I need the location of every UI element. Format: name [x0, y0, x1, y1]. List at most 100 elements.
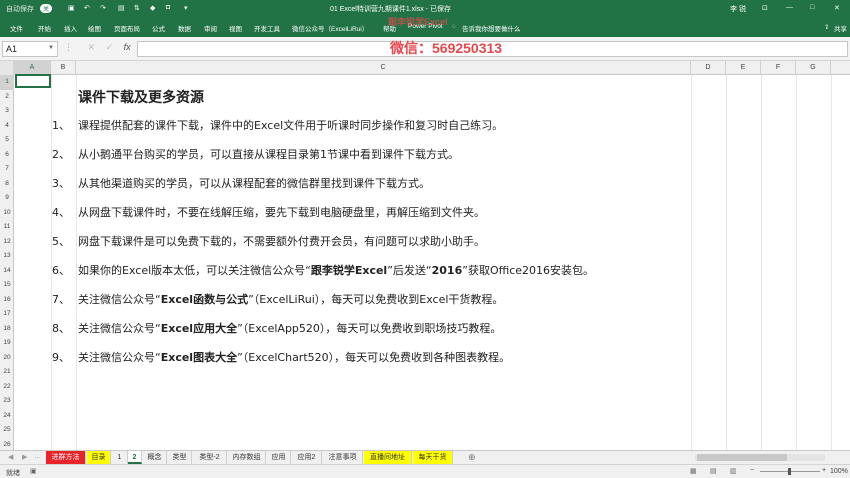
sheet-tab-concepts[interactable]: 概念: [143, 451, 167, 464]
zoom-level[interactable]: 100%: [830, 468, 848, 475]
row-header[interactable]: 17: [0, 307, 14, 322]
sheet-tab-application[interactable]: 应用: [267, 451, 291, 464]
column-header-g[interactable]: G: [796, 61, 831, 75]
active-cell-a1[interactable]: [15, 74, 51, 88]
sheet-tab-memory-arrays[interactable]: 内存数组: [228, 451, 266, 464]
minimize-button[interactable]: —: [786, 4, 793, 11]
row-header[interactable]: 6: [0, 148, 14, 163]
enter-icon[interactable]: ✓: [106, 42, 114, 52]
sort-icon[interactable]: ⇅: [134, 4, 140, 12]
chevron-down-icon[interactable]: ▼: [48, 45, 54, 51]
tab-formulas[interactable]: 公式: [152, 23, 165, 33]
row-header[interactable]: 10: [0, 206, 14, 221]
row-header[interactable]: 15: [0, 278, 14, 293]
row-header[interactable]: 12: [0, 235, 14, 250]
row-header[interactable]: 16: [0, 293, 14, 308]
sheet-tab-types-2[interactable]: 类型-2: [193, 451, 227, 464]
row-header[interactable]: 21: [0, 365, 14, 380]
row-header[interactable]: 19: [0, 336, 14, 351]
row-header[interactable]: 9: [0, 191, 14, 206]
sheet-tab-application-2[interactable]: 应用2: [292, 451, 322, 464]
column-header-a[interactable]: A: [14, 61, 51, 75]
share-button[interactable]: 共享: [834, 23, 847, 33]
zoom-slider-thumb[interactable]: [788, 468, 791, 475]
restore-button[interactable]: □: [810, 4, 814, 11]
row-header[interactable]: 2: [0, 90, 14, 105]
close-button[interactable]: ✕: [834, 4, 840, 12]
column-header-c[interactable]: C: [76, 61, 691, 75]
zoom-out-button[interactable]: −: [750, 467, 754, 474]
tab-review[interactable]: 审阅: [204, 23, 217, 33]
scroll-left-icon[interactable]: ◀: [8, 453, 13, 461]
item-text: 从其他渠道购买的学员，可以从课程配套的微信群里找到课件下载方式。: [78, 177, 430, 190]
save-icon[interactable]: ▣: [68, 4, 75, 12]
print-icon[interactable]: ▤: [118, 4, 125, 12]
sheet-tab-2[interactable]: 2: [128, 451, 142, 464]
row-header[interactable]: 24: [0, 409, 14, 424]
tab-home[interactable]: 开始: [38, 23, 51, 33]
scroll-right-icon[interactable]: ▶: [22, 453, 27, 461]
row-header[interactable]: 1: [0, 75, 14, 90]
row-header[interactable]: 23: [0, 394, 14, 409]
item-text-part: 关注微信公众号“: [78, 351, 161, 364]
row-header[interactable]: 3: [0, 104, 14, 119]
tab-view[interactable]: 视图: [229, 23, 242, 33]
row-header[interactable]: 11: [0, 220, 14, 235]
add-sheet-button[interactable]: ⊕: [468, 451, 476, 464]
ribbon-display-icon[interactable]: ⊡: [762, 4, 768, 12]
tab-data[interactable]: 数据: [178, 23, 191, 33]
row-header[interactable]: 7: [0, 162, 14, 177]
row-header[interactable]: 5: [0, 133, 14, 148]
row-header[interactable]: 8: [0, 177, 14, 192]
sheet-tab-notes[interactable]: 注意事项: [323, 451, 363, 464]
item-text: 关注微信公众号“Excel图表大全”（ExcelChart520），每天可以免费…: [78, 349, 510, 365]
row-header[interactable]: 18: [0, 322, 14, 337]
column-header-b[interactable]: B: [51, 61, 76, 75]
normal-view-icon[interactable]: ▦: [690, 467, 697, 475]
tab-insert[interactable]: 插入: [64, 23, 77, 33]
row-header[interactable]: 4: [0, 119, 14, 134]
tell-me-search[interactable]: 告诉我你想要做什么: [462, 23, 521, 33]
share-icon[interactable]: ⇪: [824, 23, 829, 31]
page-layout-view-icon[interactable]: ▤: [710, 467, 717, 475]
row-header[interactable]: 20: [0, 351, 14, 366]
qat-more-icon[interactable]: ▾: [184, 4, 188, 12]
sheet-tab-types[interactable]: 类型: [168, 451, 192, 464]
page-break-view-icon[interactable]: ▥: [730, 467, 737, 475]
format-painter-icon[interactable]: ◆: [150, 4, 155, 12]
sheet-tab-1[interactable]: 1: [112, 451, 128, 464]
tab-page-layout[interactable]: 页面布局: [114, 23, 140, 33]
redo-icon[interactable]: ↷: [100, 4, 106, 12]
row-header[interactable]: 13: [0, 249, 14, 264]
select-all-corner[interactable]: [0, 61, 14, 75]
sheet-tab-live-address[interactable]: 直播间地址: [364, 451, 412, 464]
tab-wechat[interactable]: 微信公众号（ExcelLiRui）: [292, 23, 368, 33]
zoom-in-button[interactable]: +: [822, 467, 826, 474]
macro-record-icon[interactable]: ▣: [30, 467, 37, 475]
cancel-icon[interactable]: ✕: [88, 42, 96, 52]
insert-function-icon[interactable]: fx: [124, 42, 131, 52]
column-header-e[interactable]: E: [726, 61, 761, 75]
column-headers: A B C D E F G: [0, 61, 850, 75]
column-header-d[interactable]: D: [691, 61, 726, 75]
user-name[interactable]: 李 锐: [730, 4, 746, 14]
row-header[interactable]: 14: [0, 264, 14, 279]
tab-file[interactable]: 文件: [10, 23, 23, 33]
more-tabs-icon[interactable]: …: [34, 453, 41, 460]
name-box[interactable]: A1 ▼: [2, 41, 58, 57]
tab-developer[interactable]: 开发工具: [254, 23, 280, 33]
item-text: 如果你的Excel版本太低，可以关注微信公众号“跟李锐学Excel”后发送“20…: [78, 262, 594, 278]
autosave-toggle[interactable]: 关: [40, 4, 53, 13]
scrollbar-thumb[interactable]: [697, 454, 787, 461]
undo-icon[interactable]: ↶: [84, 4, 90, 12]
row-header[interactable]: 22: [0, 380, 14, 395]
row-header[interactable]: 25: [0, 423, 14, 438]
sheet-tab-join-group[interactable]: 进群方法: [46, 451, 86, 464]
autosave-label: 自动保存: [6, 6, 34, 13]
sheet-tab-daily-tips[interactable]: 每天干货: [413, 451, 453, 464]
column-header-f[interactable]: F: [761, 61, 796, 75]
camera-icon[interactable]: ◘: [166, 4, 170, 11]
horizontal-scrollbar[interactable]: [695, 454, 825, 461]
sheet-tab-contents[interactable]: 目录: [87, 451, 111, 464]
tab-draw[interactable]: 绘图: [88, 23, 101, 33]
